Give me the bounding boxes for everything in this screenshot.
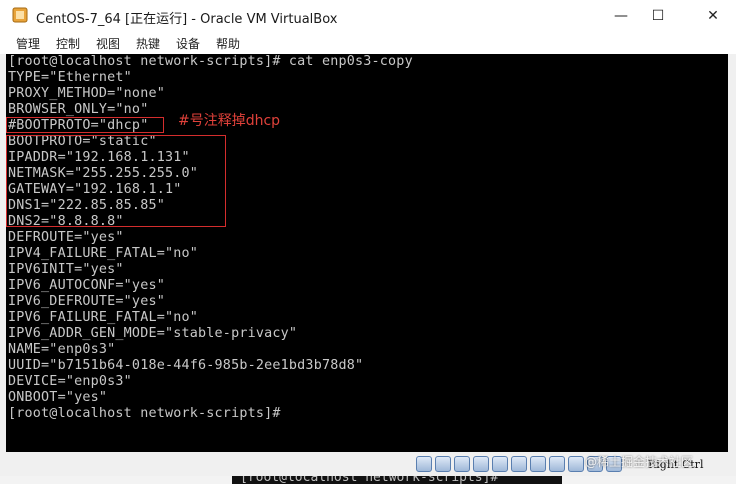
menu-item-control[interactable]: 控制	[56, 35, 80, 52]
virtualbox-icon	[12, 7, 28, 23]
cpu-icon[interactable]	[568, 456, 584, 472]
console-line: ONBOOT="yes"	[8, 390, 108, 405]
console-line: PROXY_METHOD="none"	[8, 86, 165, 101]
annotation-text: #号注释掉dhcp	[178, 113, 281, 129]
maximize-button[interactable]: ☐	[635, 0, 681, 31]
video-capture-icon[interactable]	[549, 456, 565, 472]
window-title: CentOS-7_64 [正在运行] - Oracle VM VirtualBo…	[36, 12, 338, 27]
optical-drive-icon[interactable]	[435, 456, 451, 472]
usb-icon[interactable]	[492, 456, 508, 472]
console-line: IPV4_FAILURE_FATAL="no"	[8, 246, 199, 261]
console-line: IPV6_FAILURE_FATAL="no"	[8, 310, 199, 325]
console-line: BROWSER_ONLY="no"	[8, 102, 149, 117]
console-line: UUID="b7151b64-018e-44f6-985b-2ee1bd3b78…	[8, 358, 364, 373]
watermark: @稀土掘金技术社区	[585, 455, 694, 469]
console-line: DEFROUTE="yes"	[8, 230, 124, 245]
console-line: IPV6INIT="yes"	[8, 262, 124, 277]
menu-item-devices[interactable]: 设备	[176, 35, 200, 52]
hard-disk-icon[interactable]	[416, 456, 432, 472]
title-bar: CentOS-7_64 [正在运行] - Oracle VM VirtualBo…	[0, 0, 736, 31]
audio-icon[interactable]	[454, 456, 470, 472]
console-line: [root@localhost network-scripts]# cat en…	[8, 54, 413, 69]
vm-console[interactable]: [root@localhost network-scripts]# cat en…	[6, 54, 728, 452]
shared-folder-icon[interactable]	[511, 456, 527, 472]
annotation-box-static-config	[6, 135, 226, 227]
close-button[interactable]: ✕	[690, 0, 736, 31]
background-terminal: [root@localhost network-scripts]#	[232, 476, 562, 484]
background-terminal-text: [root@localhost network-scripts]#	[240, 476, 499, 484]
console-line: IPV6_ADDR_GEN_MODE="stable-privacy"	[8, 326, 298, 341]
network-icon[interactable]	[473, 456, 489, 472]
background-window: [root@localhost network-scripts]#	[0, 476, 736, 484]
console-line: IPV6_AUTOCONF="yes"	[8, 278, 165, 293]
annotation-box-dhcp	[6, 117, 164, 133]
menu-bar: 管理 控制 视图 热键 设备 帮助	[0, 31, 736, 54]
console-line: [root@localhost network-scripts]#	[8, 406, 281, 421]
menu-item-hotkey[interactable]: 热键	[136, 35, 160, 52]
console-line: NAME="enp0s3"	[8, 342, 116, 357]
console-line: TYPE="Ethernet"	[8, 70, 132, 85]
display-icon[interactable]	[530, 456, 546, 472]
console-line: IPV6_DEFROUTE="yes"	[8, 294, 165, 309]
console-line: DEVICE="enp0s3"	[8, 374, 132, 389]
menu-item-view[interactable]: 视图	[96, 35, 120, 52]
menu-item-help[interactable]: 帮助	[216, 35, 240, 52]
menu-item-manage[interactable]: 管理	[16, 35, 40, 52]
